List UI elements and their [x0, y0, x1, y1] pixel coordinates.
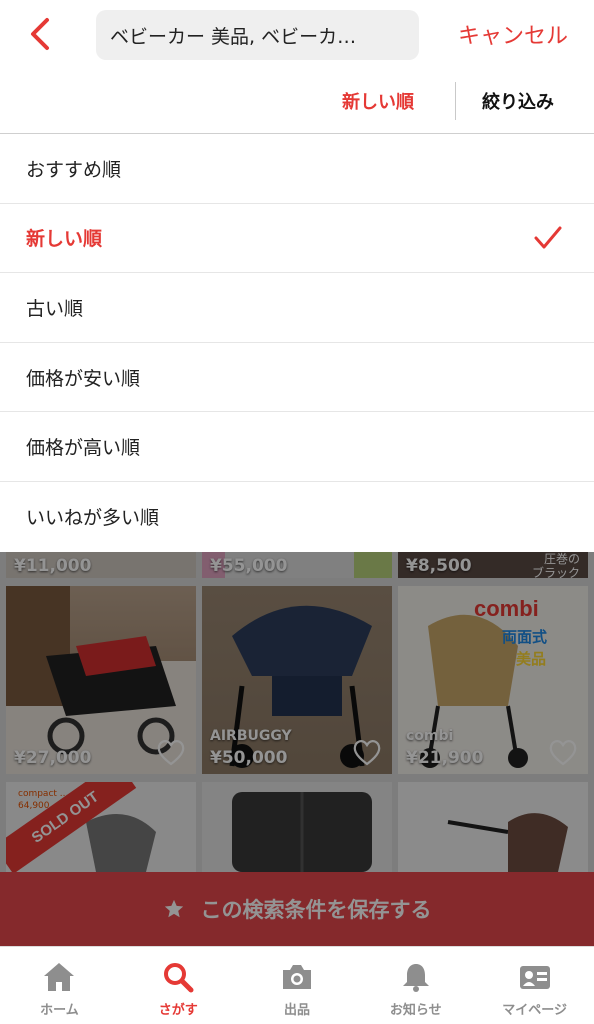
- nav-item-search[interactable]: さがす: [119, 947, 238, 1024]
- bottom-nav: ホーム さがす 出品 お知らせ マイページ: [0, 946, 594, 1024]
- filter-tab[interactable]: 絞り込み: [482, 82, 554, 120]
- sort-options-list: おすすめ順 新しい順 古い順 価格が安い順 価格が高い順 いいねが多い順: [0, 134, 594, 552]
- sort-option-label: おすすめ順: [26, 158, 122, 181]
- sort-tab[interactable]: 新しい順: [342, 82, 414, 120]
- nav-label: ホーム: [40, 1003, 79, 1018]
- bell-icon: [402, 964, 429, 992]
- nav-item-home[interactable]: ホーム: [0, 947, 119, 1024]
- sort-option-label: 古い順: [26, 297, 84, 320]
- nav-label: お知らせ: [389, 1003, 442, 1018]
- sort-option-recommended[interactable]: おすすめ順: [0, 134, 594, 204]
- sort-option-label: 価格が高い順: [26, 437, 141, 460]
- nav-item-notifications[interactable]: お知らせ: [356, 947, 475, 1024]
- cancel-button[interactable]: キャンセル: [458, 14, 568, 54]
- sort-option-newest[interactable]: 新しい順: [0, 204, 594, 274]
- nav-item-mypage[interactable]: マイページ: [475, 947, 594, 1024]
- sort-option-label: 新しい順: [26, 228, 103, 251]
- search-query-text: ベビーカー 美品, ベビーカ…: [110, 25, 357, 48]
- profile-card-icon: [519, 966, 550, 989]
- nav-label: 出品: [283, 1003, 310, 1018]
- nav-label: マイページ: [502, 1003, 567, 1018]
- home-icon: [44, 963, 75, 991]
- nav-label: さがす: [158, 1003, 198, 1018]
- checkmark-icon: [534, 226, 562, 249]
- dim-overlay[interactable]: [0, 552, 594, 946]
- nav-item-sell[interactable]: 出品: [238, 947, 357, 1024]
- chevron-left-icon: [31, 18, 49, 50]
- sort-option-price-high[interactable]: 価格が高い順: [0, 412, 594, 482]
- back-button[interactable]: [22, 14, 58, 54]
- sort-option-most-liked[interactable]: いいねが多い順: [0, 482, 594, 552]
- sort-option-oldest[interactable]: 古い順: [0, 273, 594, 343]
- sort-filter-bar: 新しい順 絞り込み: [0, 68, 594, 134]
- sort-option-label: 価格が安い順: [26, 367, 141, 390]
- search-input[interactable]: ベビーカー 美品, ベビーカ…: [96, 10, 419, 60]
- search-header: ベビーカー 美品, ベビーカ… キャンセル: [0, 0, 594, 68]
- divider: [455, 82, 456, 120]
- sort-option-price-low[interactable]: 価格が安い順: [0, 343, 594, 413]
- sort-option-label: いいねが多い順: [26, 507, 160, 530]
- search-icon: [164, 963, 194, 993]
- camera-icon: [282, 965, 311, 989]
